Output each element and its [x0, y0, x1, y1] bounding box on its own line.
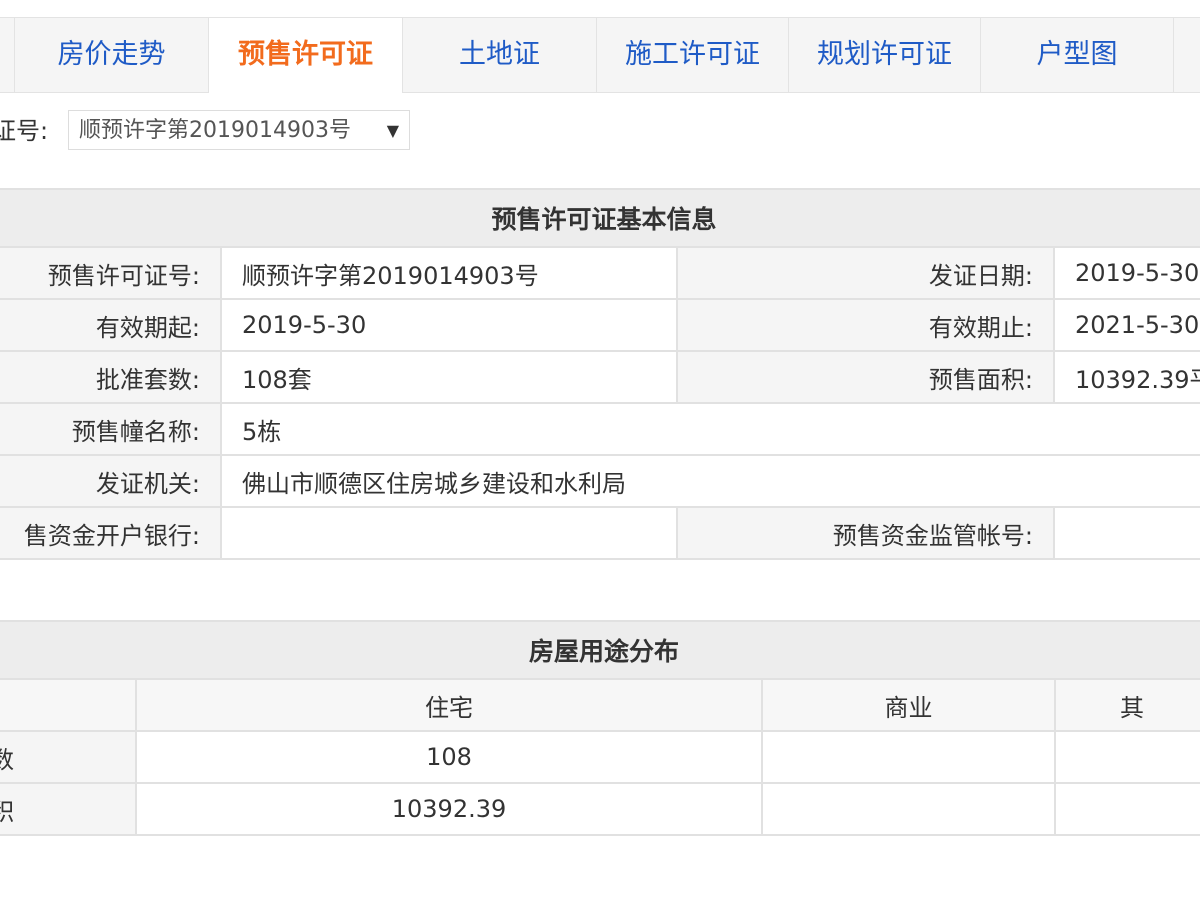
issuing-authority-value: 佛山市顺德区住房城乡建设和水利局 — [219, 454, 1200, 508]
dropdown-arrow-icon[interactable]: ▼ — [387, 111, 399, 151]
column-header-residential: 住宅 — [135, 678, 763, 732]
presale-info-table: 预售许可证基本信息 预售许可证号: 顺预许字第2019014903号 发证日期:… — [0, 188, 1200, 560]
row-label-area: 积 — [0, 782, 137, 836]
license-select[interactable]: 顺预许字第2019014903号 ▼ — [68, 110, 410, 150]
column-header-commercial: 商业 — [761, 678, 1056, 732]
issuing-authority-label: 发证机关: — [0, 454, 222, 508]
escrow-account-value — [1052, 506, 1200, 560]
tab-partial-left[interactable] — [0, 18, 15, 92]
presale-area-label: 预售面积: — [676, 350, 1055, 404]
column-header — [0, 678, 137, 732]
table-cell: 108 — [135, 730, 763, 784]
table-row: 积 10392.39 — [0, 782, 1200, 836]
table-row: 售资金开户银行: 预售资金监管帐号: — [0, 506, 1200, 560]
valid-from-label: 有效期起: — [0, 298, 222, 352]
table-cell — [761, 782, 1056, 836]
valid-to-label: 有效期止: — [676, 298, 1055, 352]
building-name-label: 预售幢名称: — [0, 402, 222, 456]
building-name-value: 5栋 — [219, 402, 1200, 456]
escrow-account-label: 预售资金监管帐号: — [676, 506, 1055, 560]
row-label-units: 数 — [0, 730, 137, 784]
table-header-row: 住宅 商业 其 — [0, 678, 1200, 732]
table-row: 预售幢名称: 5栋 — [0, 402, 1200, 456]
bank-value — [220, 506, 678, 560]
usage-distribution-title: 房屋用途分布 — [0, 620, 1200, 680]
valid-from-value: 2019-5-30 — [220, 298, 678, 352]
page: 房价走势 预售许可证 土地证 施工许可证 规划许可证 户型图 证号: 顺预许字第… — [0, 0, 1200, 900]
table-cell — [1053, 730, 1200, 784]
presale-info-title: 预售许可证基本信息 — [0, 188, 1200, 248]
table-row: 预售许可证号: 顺预许字第2019014903号 发证日期: 2019-5-30 — [0, 246, 1200, 300]
bank-label: 售资金开户银行: — [0, 506, 222, 560]
table-row: 有效期起: 2019-5-30 有效期止: 2021-5-30 — [0, 298, 1200, 352]
tab-partial-right[interactable] — [1174, 18, 1200, 92]
table-cell — [761, 730, 1056, 784]
tab-construction-permit[interactable]: 施工许可证 — [597, 18, 789, 92]
tab-floor-plan[interactable]: 户型图 — [981, 18, 1174, 92]
column-header-other: 其 — [1053, 678, 1200, 732]
tab-planning-permit[interactable]: 规划许可证 — [789, 18, 981, 92]
approved-units-label: 批准套数: — [0, 350, 222, 404]
tab-bar: 房价走势 预售许可证 土地证 施工许可证 规划许可证 户型图 — [0, 17, 1200, 93]
table-row: 发证机关: 佛山市顺德区住房城乡建设和水利局 — [0, 454, 1200, 508]
usage-distribution-table: 房屋用途分布 住宅 商业 其 数 108 积 10392.39 — [0, 620, 1200, 836]
license-no-value: 顺预许字第2019014903号 — [220, 246, 678, 300]
table-cell: 10392.39 — [135, 782, 763, 836]
table-row: 数 108 — [0, 730, 1200, 784]
approved-units-value: 108套 — [220, 350, 678, 404]
tab-land-certificate[interactable]: 土地证 — [403, 18, 597, 92]
table-row: 批准套数: 108套 预售面积: 10392.39平 — [0, 350, 1200, 404]
license-select-value: 顺预许字第2019014903号 — [79, 118, 351, 143]
valid-to-value: 2021-5-30 — [1052, 298, 1200, 352]
issue-date-label: 发证日期: — [676, 246, 1055, 300]
issue-date-value: 2019-5-30 — [1052, 246, 1200, 300]
tab-presale-license[interactable]: 预售许可证 — [209, 18, 403, 93]
table-cell — [1053, 782, 1200, 836]
license-selector-label: 证号: — [0, 117, 49, 145]
row-label-units-text: 数 — [1, 740, 14, 775]
row-label-area-text: 积 — [1, 792, 14, 827]
presale-area-value: 10392.39平 — [1052, 350, 1200, 404]
license-selector-row: 证号: 顺预许字第2019014903号 ▼ — [0, 110, 1200, 152]
license-no-label: 预售许可证号: — [0, 246, 222, 300]
tab-price-trend[interactable]: 房价走势 — [15, 18, 209, 92]
